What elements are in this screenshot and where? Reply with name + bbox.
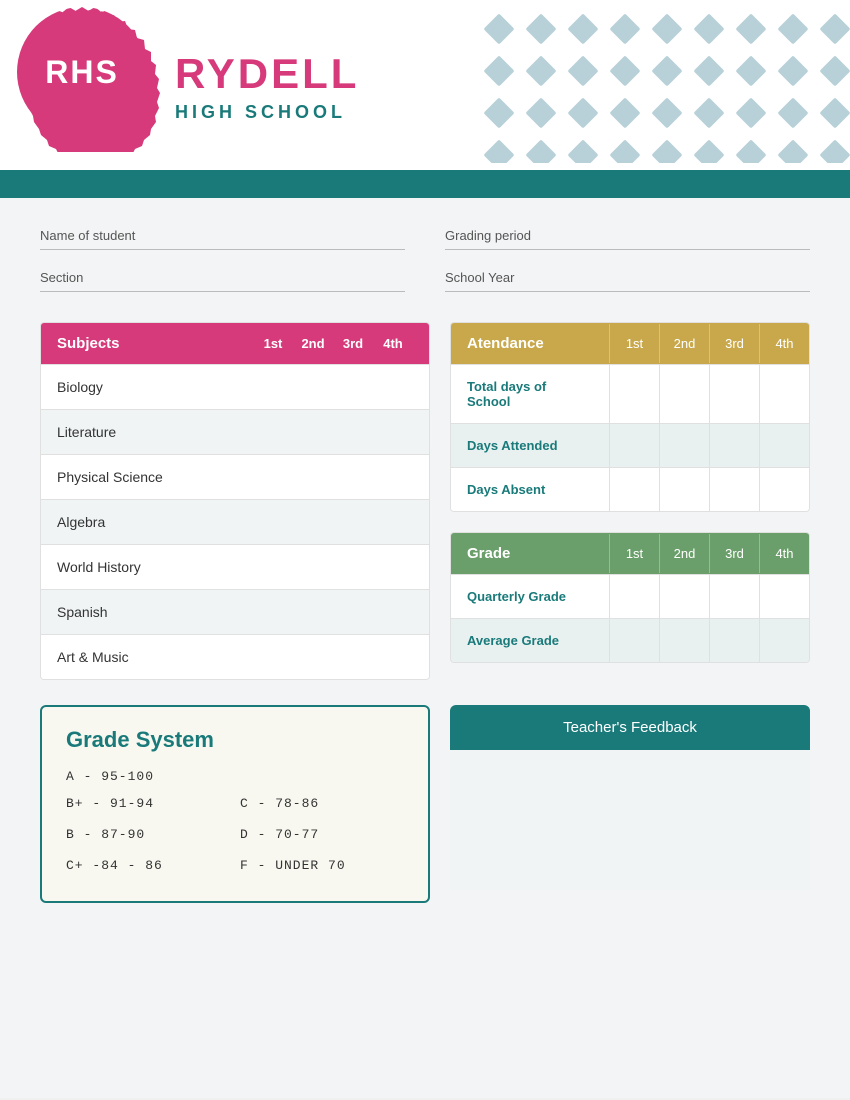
school-logo: RHS <box>26 16 138 128</box>
subject-name: Algebra <box>57 514 253 530</box>
subject-row: World History <box>41 544 429 589</box>
tables-row: Subjects 1st 2nd 3rd 4th Biology Literat… <box>40 322 810 680</box>
teal-divider <box>0 170 850 198</box>
grade-scale-grid: B+ - 91-94 C - 78-86 B - 87-90 D - 70-77… <box>66 796 404 881</box>
school-subtitle: HIGH SCHOOL <box>175 102 359 123</box>
grade-scale-a: A - 95-100 <box>66 769 404 784</box>
grade-row: Quarterly Grade <box>451 574 809 618</box>
subject-row: Physical Science <box>41 454 429 499</box>
att-row-label: Days Attended <box>451 424 609 467</box>
student-info-row: Name of student Section Grading period S… <box>40 228 810 292</box>
attendance-row: Days Attended <box>451 423 809 467</box>
attendance-table: Atendance 1st 2nd 3rd 4th Total days of … <box>450 322 810 512</box>
attendance-rows: Total days of School Days Attended Days … <box>451 364 809 511</box>
left-info: Name of student Section <box>40 228 405 292</box>
school-info: RYDELL HIGH SCHOOL <box>175 50 359 123</box>
grade-system-title: Grade System <box>66 727 404 753</box>
subject-name: Art & Music <box>57 649 253 665</box>
attendance-header-label: Atendance <box>451 323 609 364</box>
right-info: Grading period School Year <box>445 228 810 292</box>
att-period-1st: 1st <box>609 324 659 363</box>
bottom-row: Grade System A - 95-100 B+ - 91-94 C - 7… <box>40 705 810 903</box>
grade-scale-b: B - 87-90 <box>66 827 230 842</box>
subjects-period-2nd: 2nd <box>293 336 333 351</box>
school-name: RYDELL <box>175 50 359 98</box>
section-label: Section <box>40 270 405 292</box>
grade-header-label: Grade <box>451 533 609 574</box>
subjects-header: Subjects 1st 2nd 3rd 4th <box>41 323 429 364</box>
attendance-header: Atendance 1st 2nd 3rd 4th <box>451 323 809 364</box>
subjects-col-label: Subjects <box>57 335 253 352</box>
grade-period-2nd: 2nd <box>659 534 709 573</box>
grade-period-1st: 1st <box>609 534 659 573</box>
feedback-header: Teacher's Feedback <box>450 705 810 750</box>
subject-rows: Biology Literature Physical Science Alge… <box>41 364 429 679</box>
grade-system-box: Grade System A - 95-100 B+ - 91-94 C - 7… <box>40 705 430 903</box>
main-content: Name of student Section Grading period S… <box>0 198 850 1098</box>
grade-scale-bplus: B+ - 91-94 <box>66 796 230 811</box>
header: RHS RYDELL HIGH SCHOOL <box>0 0 850 170</box>
grade-period-3rd: 3rd <box>709 534 759 573</box>
subject-name: World History <box>57 559 253 575</box>
subject-name: Literature <box>57 424 253 440</box>
name-label: Name of student <box>40 228 405 250</box>
grade-scale-c: C - 78-86 <box>240 796 404 811</box>
subject-row: Art & Music <box>41 634 429 679</box>
grading-period-field: Grading period <box>445 228 810 250</box>
grade-table: Grade 1st 2nd 3rd 4th Quarterly Grade Av… <box>450 532 810 663</box>
name-field: Name of student <box>40 228 405 250</box>
subjects-period-1st: 1st <box>253 336 293 351</box>
grade-scale-f: F - UNDER 70 <box>240 858 404 873</box>
subject-name: Biology <box>57 379 253 395</box>
grade-row: Average Grade <box>451 618 809 662</box>
subjects-table: Subjects 1st 2nd 3rd 4th Biology Literat… <box>40 322 430 680</box>
section-field: Section <box>40 270 405 292</box>
grading-period-label: Grading period <box>445 228 810 250</box>
subjects-period-4th: 4th <box>373 336 413 351</box>
subject-row: Algebra <box>41 499 429 544</box>
subject-row: Literature <box>41 409 429 454</box>
subject-row: Spanish <box>41 589 429 634</box>
grade-scale-cplus: C+ -84 - 86 <box>66 858 230 873</box>
right-panel: Atendance 1st 2nd 3rd 4th Total days of … <box>450 322 810 680</box>
grade-period-4th: 4th <box>759 534 809 573</box>
att-row-label: Total days of School <box>451 365 609 423</box>
feedback-box: Teacher's Feedback <box>450 705 810 903</box>
subject-row: Biology <box>41 364 429 409</box>
school-year-label: School Year <box>445 270 810 292</box>
grade-header: Grade 1st 2nd 3rd 4th <box>451 533 809 574</box>
feedback-body <box>450 750 810 890</box>
att-period-4th: 4th <box>759 324 809 363</box>
subjects-period-3rd: 3rd <box>333 336 373 351</box>
logo-initials: RHS <box>45 54 119 91</box>
grade-rows: Quarterly Grade Average Grade <box>451 574 809 662</box>
school-year-field: School Year <box>445 270 810 292</box>
grade-scale-d: D - 70-77 <box>240 827 404 842</box>
att-period-2nd: 2nd <box>659 324 709 363</box>
attendance-row: Days Absent <box>451 467 809 511</box>
attendance-row: Total days of School <box>451 364 809 423</box>
att-period-3rd: 3rd <box>709 324 759 363</box>
header-pattern <box>470 0 850 155</box>
grade-row-label: Average Grade <box>451 619 609 662</box>
subject-name: Physical Science <box>57 469 253 485</box>
diamond-pattern-svg <box>478 8 850 163</box>
grade-row-label: Quarterly Grade <box>451 575 609 618</box>
subject-name: Spanish <box>57 604 253 620</box>
att-row-label: Days Absent <box>451 468 609 511</box>
